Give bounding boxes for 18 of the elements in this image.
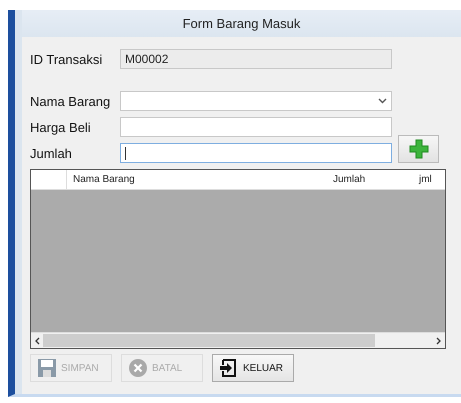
field-label: Nama Barang	[30, 94, 112, 108]
window-title: Form Barang Masuk	[182, 16, 300, 31]
exit-icon	[219, 358, 239, 378]
field-label: Harga Beli	[30, 120, 92, 134]
dropdown[interactable]	[120, 91, 392, 111]
add-button[interactable]	[398, 135, 439, 163]
input-field[interactable]	[120, 143, 392, 163]
field-label: Jumlah	[30, 146, 73, 160]
column-header[interactable]: jml	[413, 170, 445, 189]
input-field[interactable]	[120, 117, 392, 137]
chevron-down-icon	[378, 98, 387, 104]
exit-button[interactable]: KELUAR	[212, 354, 294, 382]
plus-icon	[408, 139, 428, 159]
column-header[interactable]: Nama Barang	[67, 170, 327, 189]
field-label: ID Transaksi	[30, 52, 104, 66]
cancel-icon	[128, 358, 148, 378]
column-header[interactable]: Jumlah	[327, 170, 413, 189]
horizontal-scrollbar[interactable]	[31, 332, 445, 348]
